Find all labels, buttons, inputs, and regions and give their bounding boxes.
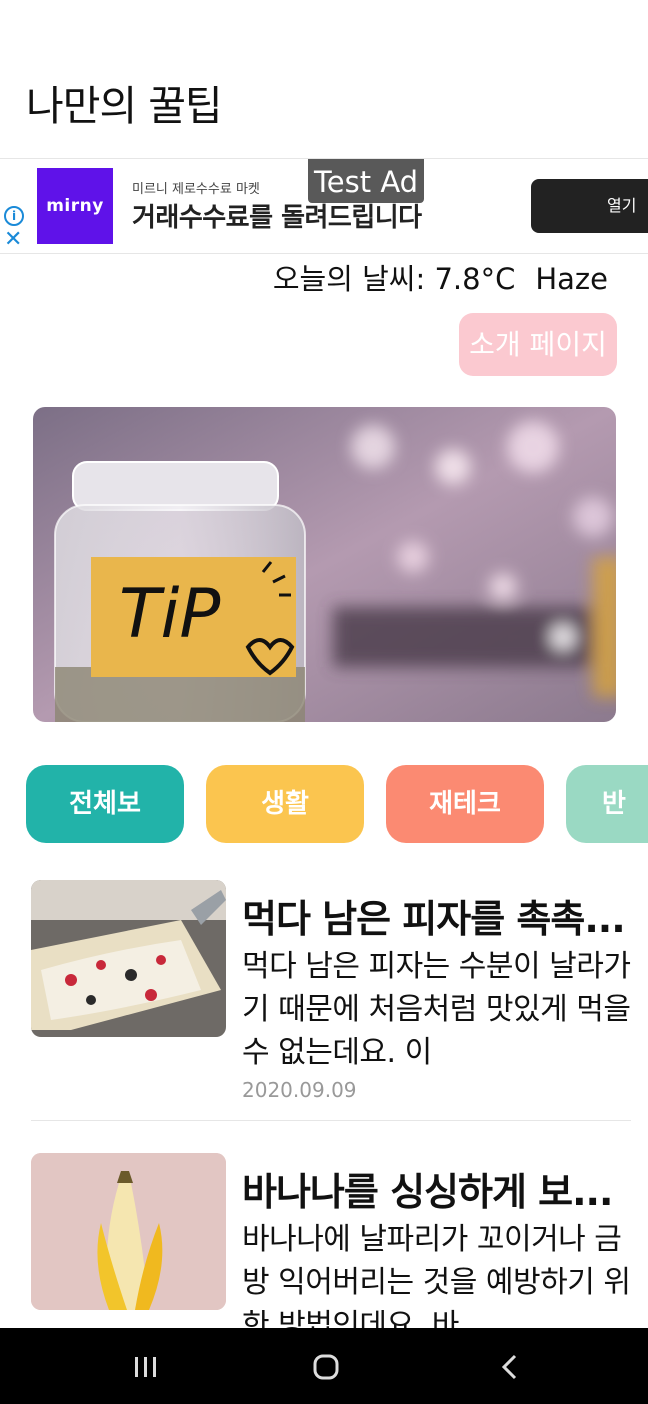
article-title[interactable]: 바나나를 싱싱하게 보... [242, 1161, 632, 1216]
article-date: 2020.09.09 [242, 1078, 357, 1102]
recent-apps-icon[interactable] [133, 1355, 159, 1379]
hero-image: TiP [33, 407, 616, 722]
category-life-label: 생활 [261, 789, 309, 819]
info-icon[interactable]: i [4, 206, 24, 226]
weather-condition: Haze [535, 262, 608, 296]
weather-info: 오늘의 날씨: 7.8°C Haze [273, 256, 608, 298]
tip-jar-illustration: TiP [33, 407, 616, 722]
category-pets[interactable]: 반려 [566, 765, 648, 897]
weather-temperature: 오늘의 날씨: 7.8°C [272, 262, 516, 296]
close-icon[interactable]: ✕ [4, 229, 22, 251]
home-icon[interactable] [313, 1354, 339, 1380]
ad-logo-text: mirny [46, 196, 104, 216]
article-divider [31, 1120, 631, 1121]
article-summary: 먹다 남은 피자는 수분이 날라가기 때문에 처음처럼 맛있게 먹을 수 없는데… [242, 949, 631, 1070]
banana-image [31, 1153, 226, 1310]
article-thumbnail-banana[interactable] [31, 1153, 226, 1310]
test-ad-label: Test Ad [308, 159, 425, 203]
ad-banner[interactable]: mirny 미르니 제로수수료 마켓 거래수수료를 돌려드립니다 Test Ad… [0, 158, 648, 254]
category-pets-label: 반려 [566, 789, 626, 897]
system-navigation-bar [0, 1328, 648, 1404]
category-finance-label: 재테크 [429, 789, 501, 819]
pizza-image [31, 880, 226, 1037]
category-finance[interactable]: 재테크 [386, 765, 544, 843]
ad-subtitle: 미르니 제로수수료 마켓 [132, 182, 260, 197]
ad-open-button[interactable]: 열기 [531, 179, 648, 233]
jar-label-text: TiP [119, 575, 220, 654]
intro-page-button[interactable]: 소개 페이지 [459, 313, 617, 376]
category-life[interactable]: 생활 [206, 765, 364, 843]
back-icon[interactable] [500, 1354, 520, 1380]
category-all[interactable]: 전체보 [26, 765, 184, 843]
article-title[interactable]: 먹다 남은 피자를 촉촉... [242, 888, 632, 943]
article-thumbnail-pizza[interactable] [31, 880, 226, 1037]
category-all-label: 전체보 [69, 789, 141, 819]
app-title: 나만의 꿀팁 [26, 82, 223, 130]
ad-logo[interactable]: mirny [37, 168, 113, 244]
article-summary: 바나나에 날파리가 꼬이거나 금방 익어버리는 것을 예방하기 위한 방법인데요… [242, 1222, 631, 1328]
